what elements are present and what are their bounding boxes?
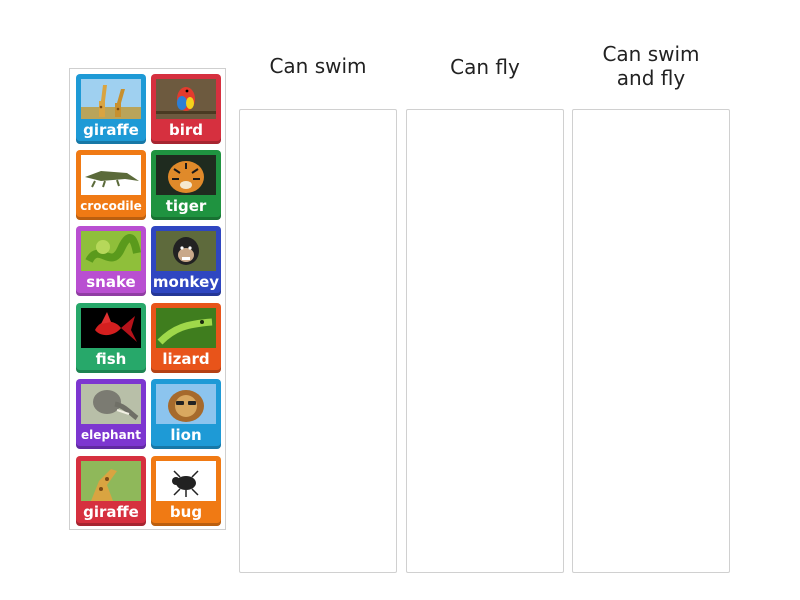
- card-fish[interactable]: fish: [76, 303, 146, 373]
- snake-image: [81, 231, 141, 271]
- card-snake[interactable]: snake: [76, 226, 146, 296]
- crocodile-image: [81, 155, 141, 195]
- card-label: crocodile: [80, 199, 142, 213]
- card-label: lion: [170, 426, 202, 444]
- column-title-line: Can swim: [602, 42, 700, 66]
- tiger-image: [156, 155, 216, 195]
- fish-image: [81, 308, 141, 348]
- drop-zone-can-fly[interactable]: [406, 109, 564, 573]
- column-title-can-swim: Can swim: [269, 54, 367, 78]
- card-tiger[interactable]: tiger: [151, 150, 221, 220]
- card-crocodile[interactable]: crocodile: [76, 150, 146, 220]
- sort-activity: giraffe bird crocodile tiger snake monke…: [0, 0, 800, 600]
- column-title-can-fly: Can fly: [450, 55, 520, 79]
- lizard-image: [156, 308, 216, 348]
- card-monkey[interactable]: monkey: [151, 226, 221, 296]
- card-bug[interactable]: bug: [151, 456, 221, 526]
- card-lion[interactable]: lion: [151, 379, 221, 449]
- giraffe-image: [81, 79, 141, 119]
- giraffe-image: [81, 461, 141, 501]
- card-label: fish: [95, 350, 127, 368]
- drop-zone-can-swim-and-fly[interactable]: [572, 109, 730, 573]
- card-label: bird: [168, 121, 203, 139]
- card-label: giraffe: [83, 503, 139, 521]
- card-label: lizard: [162, 350, 210, 368]
- drop-zone-can-swim[interactable]: [239, 109, 397, 573]
- card-label: giraffe: [83, 121, 139, 139]
- card-lizard[interactable]: lizard: [151, 303, 221, 373]
- card-label: bug: [169, 503, 203, 521]
- card-label: elephant: [81, 428, 141, 442]
- elephant-image: [81, 384, 141, 424]
- column-title-line: and fly: [616, 66, 686, 90]
- bird-image: [156, 79, 216, 119]
- card-elephant[interactable]: elephant: [76, 379, 146, 449]
- column-title-can-swim-and-fly: Can swim and fly: [572, 42, 730, 90]
- lion-image: [156, 384, 216, 424]
- card-giraffe[interactable]: giraffe: [76, 74, 146, 144]
- card-giraffe-2[interactable]: giraffe: [76, 456, 146, 526]
- card-label: tiger: [165, 197, 207, 215]
- card-label: monkey: [152, 273, 220, 291]
- monkey-image: [156, 231, 216, 271]
- card-label: snake: [86, 273, 136, 291]
- bug-image: [156, 461, 216, 501]
- card-bird[interactable]: bird: [151, 74, 221, 144]
